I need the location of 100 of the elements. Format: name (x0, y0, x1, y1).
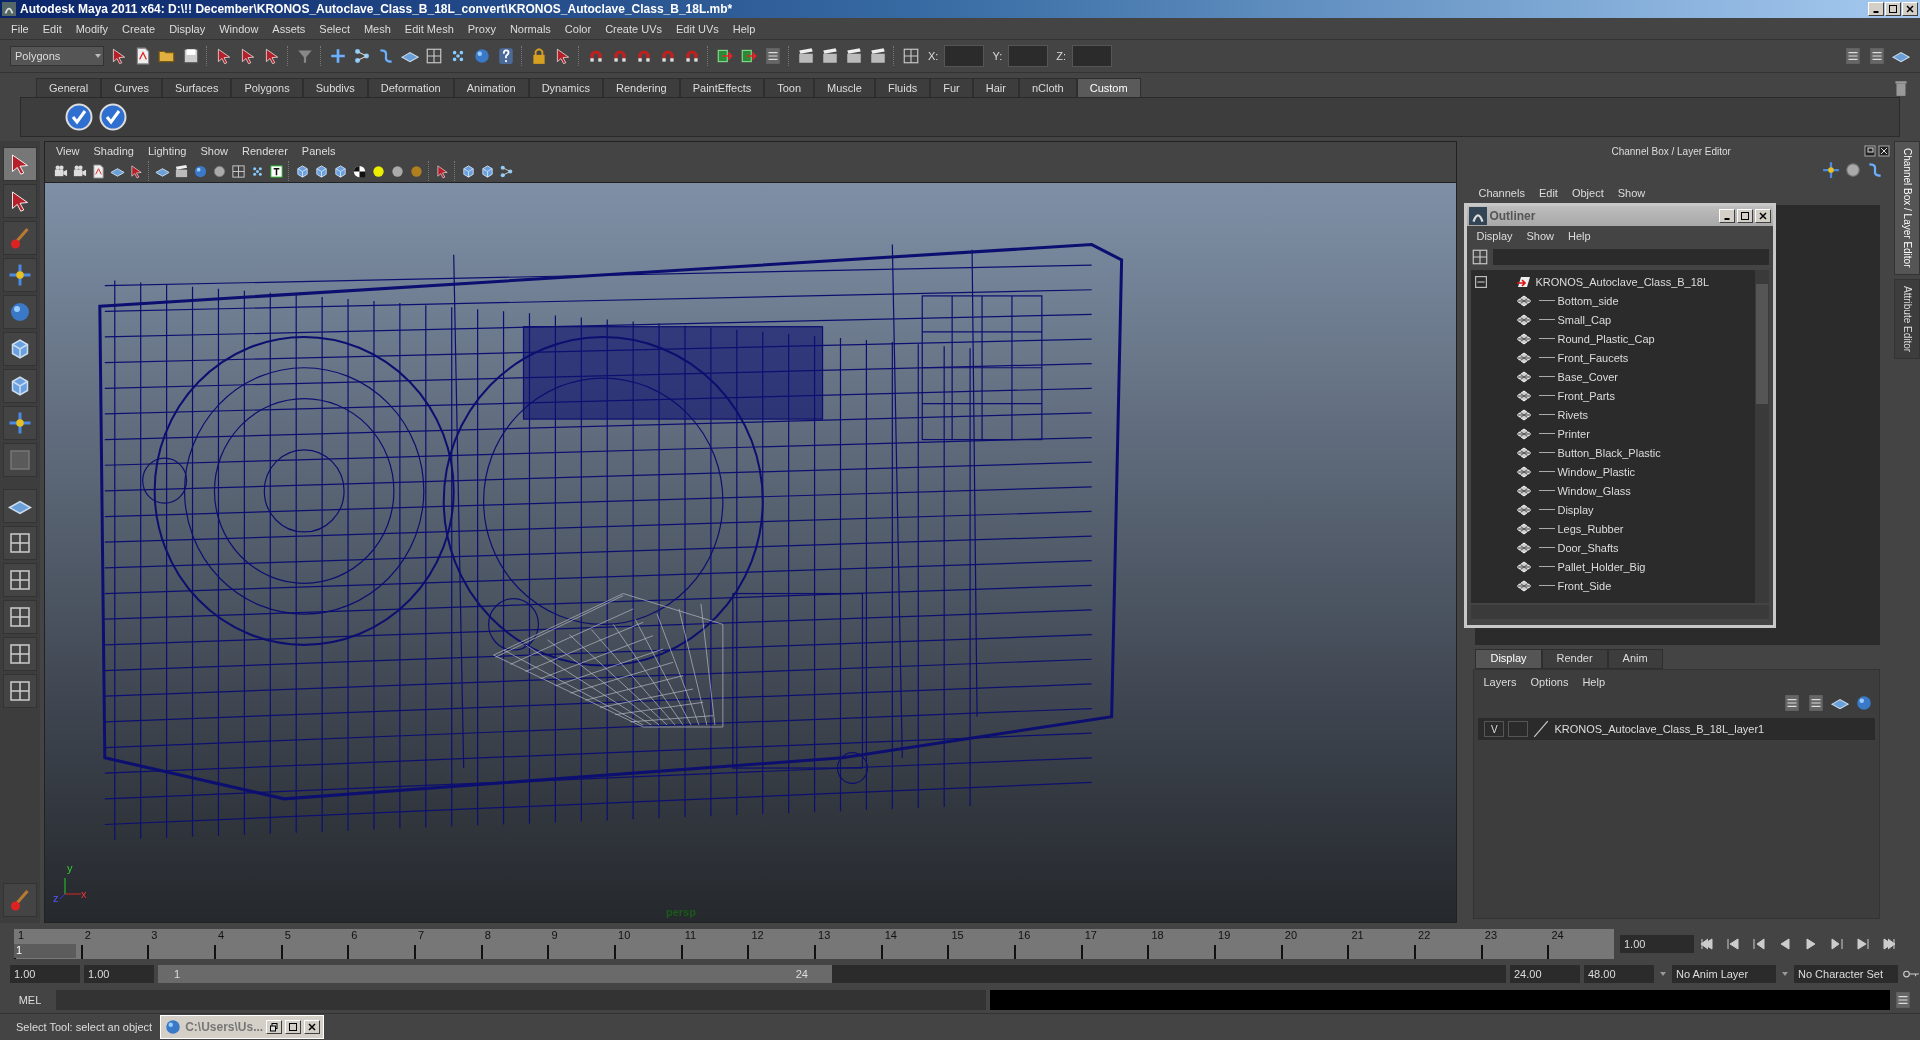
panel-menu-item[interactable]: Object (1564, 187, 1611, 199)
cube-icon[interactable] (332, 163, 348, 179)
shelf-tab[interactable]: Surfaces (162, 78, 232, 97)
menu-item[interactable]: Show (1519, 230, 1562, 242)
range-slider-handle[interactable]: 1 24 (158, 965, 832, 983)
grid-icon[interactable] (230, 163, 246, 179)
menu-item[interactable]: Modify (68, 22, 116, 35)
shelf-tab[interactable]: Muscle (814, 78, 875, 97)
restore-button[interactable] (266, 1020, 283, 1034)
nodes-icon[interactable] (498, 163, 514, 179)
menu-item[interactable]: Create UVs (598, 22, 669, 35)
circle-icon[interactable] (1844, 161, 1863, 179)
clapperboard-icon[interactable] (797, 47, 815, 65)
shelf-tab[interactable]: Dynamics (528, 78, 603, 97)
filter-field[interactable] (1493, 249, 1770, 265)
outliner-item[interactable]: Pallet_Holder_Big (1557, 560, 1646, 573)
light-ball-icon[interactable] (370, 163, 386, 179)
trash-can-icon[interactable] (1892, 79, 1910, 97)
tool-button[interactable] (2, 526, 37, 560)
check-circle-icon[interactable] (99, 103, 127, 131)
camera-icon[interactable] (71, 163, 87, 179)
move-arrows-icon[interactable] (1822, 161, 1841, 179)
clapperboard-icon[interactable] (173, 163, 189, 179)
playback-button-icon[interactable] (1856, 937, 1870, 951)
shelf-tab[interactable]: Curves (101, 78, 162, 97)
camera-icon[interactable] (52, 163, 68, 179)
anim-layer-dropdown[interactable]: No Anim Layer (1672, 965, 1776, 983)
playback-end-field[interactable]: 24.00 (1510, 965, 1580, 983)
panel-menu-item[interactable]: Shading (86, 145, 141, 157)
maximize-button[interactable] (285, 1020, 302, 1034)
padlock-icon[interactable] (530, 47, 548, 65)
arrow-cursor-icon[interactable] (215, 47, 233, 65)
help-icon[interactable] (497, 47, 515, 65)
panel-menu-item[interactable]: Help (1575, 676, 1612, 688)
close-button[interactable] (1755, 209, 1772, 223)
panel-menu-item[interactable]: Channels (1471, 187, 1532, 199)
arrow-cursor-icon[interactable] (239, 47, 257, 65)
sphere-icon[interactable] (473, 47, 491, 65)
tool-button[interactable] (2, 332, 37, 366)
shelf-tab[interactable]: Animation (453, 78, 529, 97)
grid-icon[interactable] (902, 47, 920, 65)
outliner-item[interactable]: Printer (1557, 427, 1590, 440)
close-icon[interactable] (1878, 145, 1891, 157)
shelf-tab[interactable]: General (36, 78, 102, 97)
panel-menu-item[interactable]: Renderer (235, 145, 295, 157)
clapperboard-icon[interactable] (845, 47, 863, 65)
menu-item[interactable]: Help (725, 22, 763, 35)
collapse-toggle[interactable] (1475, 275, 1488, 288)
panel-menu-item[interactable]: Options (1523, 676, 1576, 688)
template-toggle[interactable] (1508, 721, 1529, 737)
list-icon[interactable] (1868, 47, 1886, 65)
arrow-cursor-icon[interactable] (128, 163, 144, 179)
panel-menu-item[interactable]: Layers (1476, 676, 1524, 688)
coordinate-field[interactable] (1072, 45, 1112, 67)
outliner-item[interactable]: Bottom_side (1557, 294, 1619, 307)
side-tab[interactable]: Channel Box / Layer Editor (1894, 141, 1920, 275)
shelf-tab[interactable]: Hair (972, 78, 1019, 97)
layer-editor-tab[interactable]: Anim (1607, 649, 1663, 669)
list-icon[interactable] (1783, 694, 1802, 712)
shaded-ball-icon[interactable] (389, 163, 405, 179)
tool-button[interactable] (2, 674, 37, 708)
menu-item[interactable]: Help (1561, 230, 1598, 242)
menu-item[interactable]: Color (557, 22, 599, 35)
current-time-field[interactable]: 1.00 (1620, 935, 1694, 953)
document-icon[interactable] (134, 47, 152, 65)
layer-editor-tab[interactable]: Display (1475, 649, 1542, 669)
start-time-field[interactable]: 1.00 (10, 965, 80, 983)
shelf-tab[interactable]: Toon (764, 78, 815, 97)
tool-button[interactable] (2, 258, 37, 292)
arrow-cursor-icon[interactable] (434, 163, 450, 179)
shelf-tab[interactable]: PaintEffects (679, 78, 765, 97)
menu-item[interactable]: Mesh (356, 22, 398, 35)
check-circle-icon[interactable] (65, 103, 93, 131)
range-slider-track[interactable]: 1 24 (158, 965, 1506, 983)
maximize-button[interactable] (1885, 2, 1901, 16)
list-icon[interactable] (1844, 47, 1862, 65)
shelf-tab[interactable]: Subdivs (302, 78, 368, 97)
shelf-tab[interactable]: Polygons (231, 78, 303, 97)
visibility-toggle[interactable]: V (1484, 721, 1505, 737)
menu-item[interactable]: Display (162, 22, 213, 35)
checker-ball-icon[interactable] (351, 163, 367, 179)
outliner-item[interactable]: Round_Plastic_Cap (1557, 332, 1655, 345)
tool-button[interactable] (2, 637, 37, 671)
menu-item[interactable]: Normals (502, 22, 558, 35)
outliner-item[interactable]: KRONOS_Autoclave_Class_B_18L (1535, 275, 1710, 288)
tool-button[interactable] (2, 600, 37, 634)
funnel-icon[interactable] (296, 47, 314, 65)
clapperboard-icon[interactable] (821, 47, 839, 65)
clapperboard-icon[interactable] (869, 47, 887, 65)
outliner-item[interactable]: Front_Side (1557, 579, 1612, 592)
grid-icon[interactable] (1471, 248, 1490, 266)
outliner-item[interactable]: Button_Black_Plastic (1557, 446, 1661, 459)
cube-icon[interactable] (479, 163, 495, 179)
cube-icon[interactable] (460, 163, 476, 179)
panel-menu-item[interactable]: View (48, 145, 87, 157)
playback-button-icon[interactable] (1700, 937, 1714, 951)
menu-item[interactable]: Display (1469, 230, 1520, 242)
playback-button-icon[interactable] (1830, 937, 1844, 951)
list-icon[interactable] (764, 47, 782, 65)
maximize-button[interactable] (1737, 209, 1754, 223)
